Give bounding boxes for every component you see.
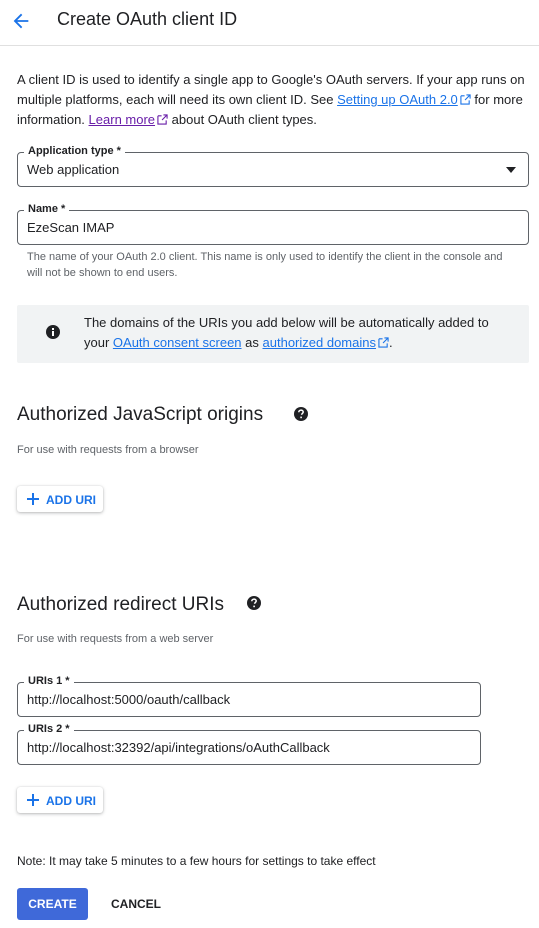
help-icon[interactable]: [293, 406, 309, 422]
application-type-label: Application type *: [24, 145, 125, 157]
redirect-uri-1-value: http://localhost:5000/oauth/callback: [27, 692, 231, 707]
create-button[interactable]: CREATE: [17, 888, 88, 920]
plus-icon: [27, 794, 39, 806]
add-uri-label: ADD URI: [46, 493, 96, 507]
info-banner: The domains of the URIs you add below wi…: [17, 305, 529, 363]
settings-note: Note: It may take 5 minutes to a few hou…: [17, 854, 376, 868]
page-title: Create OAuth client ID: [57, 9, 238, 29]
name-hint: The name of your OAuth 2.0 client. This …: [27, 251, 503, 279]
info-text: The domains of the URIs you add below wi…: [84, 313, 514, 353]
plus-icon: [27, 493, 39, 505]
js-origins-subtitle: For use with requests from a browser: [17, 444, 199, 456]
dropdown-arrow-icon: [506, 167, 516, 173]
external-link-icon: [157, 114, 168, 125]
cancel-label: CANCEL: [111, 897, 161, 911]
name-input[interactable]: Name * EzeScan IMAP: [17, 203, 529, 245]
js-origins-heading: Authorized JavaScript origins: [17, 404, 264, 425]
authorized-domains-link[interactable]: authorized domains: [263, 335, 376, 350]
redirect-uris-subtitle: For use with requests from a web server: [17, 633, 214, 645]
add-js-origin-button[interactable]: ADD URI: [17, 486, 103, 512]
redirect-uri-2-label: URIs 2 *: [24, 723, 74, 735]
redirect-uris-heading: Authorized redirect URIs: [17, 594, 224, 615]
info-text-3: .: [388, 335, 393, 350]
external-link-icon: [460, 94, 471, 105]
redirect-uri-2-input[interactable]: URIs 2 * http://localhost:32392/api/inte…: [17, 723, 481, 765]
redirect-uri-1-label: URIs 1 *: [24, 675, 74, 687]
redirect-uri-2-value: http://localhost:32392/api/integrations/…: [27, 740, 330, 755]
page-header: Create OAuth client ID: [0, 0, 539, 46]
intro-text-3: about OAuth client types.: [168, 112, 317, 127]
create-label: CREATE: [28, 897, 77, 911]
redirect-uri-1-input[interactable]: URIs 1 * http://localhost:5000/oauth/cal…: [17, 675, 481, 717]
name-label: Name *: [24, 203, 70, 215]
application-type-select[interactable]: Application type * Web application: [17, 145, 529, 187]
name-value: EzeScan IMAP: [27, 220, 115, 235]
setting-up-oauth-link[interactable]: Setting up OAuth 2.0: [337, 92, 458, 107]
learn-more-link[interactable]: Learn more: [89, 112, 155, 127]
info-text-2: as: [241, 335, 263, 350]
back-arrow-icon[interactable]: [10, 10, 32, 32]
add-redirect-uri-button[interactable]: ADD URI: [17, 787, 103, 813]
help-icon[interactable]: [246, 595, 262, 611]
external-link-icon: [378, 337, 389, 348]
cancel-button[interactable]: CANCEL: [100, 888, 172, 920]
add-uri-label: ADD URI: [46, 794, 96, 808]
application-type-value: Web application: [27, 162, 120, 177]
info-icon: [46, 325, 60, 339]
intro-paragraph: A client ID is used to identify a single…: [17, 70, 527, 130]
oauth-consent-screen-link[interactable]: OAuth consent screen: [113, 335, 242, 350]
